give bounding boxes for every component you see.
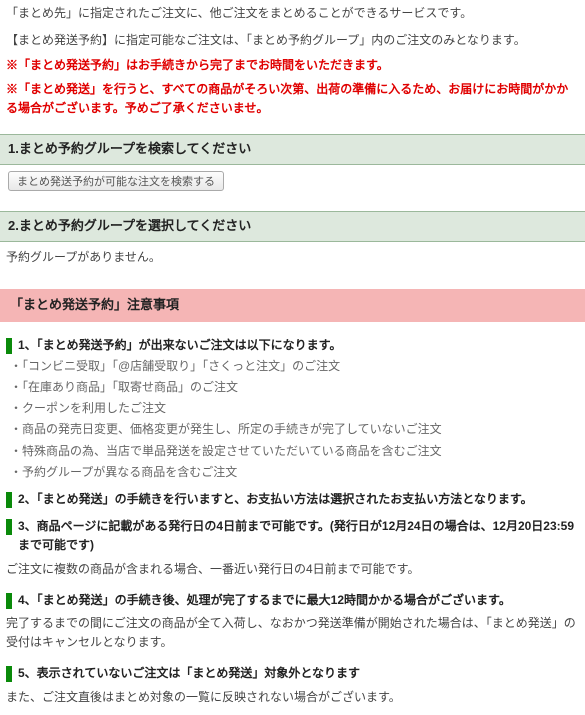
notice-item-1-title: 1、「まとめ発送予約」が出来ないご注文は以下になります。 bbox=[18, 336, 579, 355]
no-group-message: 予約グループがありません。 bbox=[0, 242, 585, 269]
notice-header: 「まとめ発送予約」注意事項 bbox=[0, 289, 585, 322]
section-1-header: 1.まとめ予約グループを検索してください bbox=[0, 134, 585, 165]
marker-icon bbox=[6, 338, 12, 354]
notice-item-2: 2、「まとめ発送」の手続きを行いますと、お支払い方法は選択されたお支払い方法とな… bbox=[6, 490, 579, 509]
notice-item-3-sub: ご注文に複数の商品が含まれる場合、一番近い発行日の4日前まで可能です。 bbox=[6, 558, 579, 583]
bullet: ・商品の発売日変更、価格変更が発生し、所定の手続きが完了していないご注文 bbox=[10, 420, 579, 439]
section-2-header: 2.まとめ予約グループを選択してください bbox=[0, 211, 585, 242]
warning-1: ※「まとめ発送予約」はお手続きから完了までお時間をいただきます。 bbox=[0, 54, 585, 77]
marker-icon bbox=[6, 593, 12, 609]
notice-item-5-sub: また、ご注文直後はまとめ対象の一覧に反映されない場合がございます。 bbox=[6, 686, 579, 711]
notice-item-1-bullets: ・「コンビニ受取」「@店舗受取り」「さくっと注文」のご注文 ・「在庫あり商品」「… bbox=[6, 357, 579, 482]
marker-icon bbox=[6, 492, 12, 508]
notice-item-4: 4、「まとめ発送」の手続き後、処理が完了するまでに最大12時間かかる場合がござい… bbox=[6, 591, 579, 610]
bullet: ・特殊商品の為、当店で単品発送を設定させていただいている商品を含むご注文 bbox=[10, 442, 579, 461]
bullet: ・「コンビニ受取」「@店舗受取り」「さくっと注文」のご注文 bbox=[10, 357, 579, 376]
intro-line-2: 【まとめ発送予約】に指定可能なご注文は、「まとめ予約グループ」内のご注文のみとな… bbox=[0, 27, 585, 54]
bullet: ・予約グループが異なる商品を含むご注文 bbox=[10, 463, 579, 482]
notice-item-4-title: 4、「まとめ発送」の手続き後、処理が完了するまでに最大12時間かかる場合がござい… bbox=[18, 591, 579, 610]
intro-line-1: 「まとめ先」に指定されたご注文に、他ご注文をまとめることができるサービスです。 bbox=[0, 0, 585, 27]
notice-item-5-title: 5、表示されていないご注文は「まとめ発送」対象外となります bbox=[18, 664, 579, 683]
search-orders-button[interactable]: まとめ発送予約が可能な注文を検索する bbox=[8, 171, 224, 191]
notice-item-3-title: 3、商品ページに記載がある発行日の4日前まで可能です。(発行日が12月24日の場… bbox=[18, 517, 579, 555]
bullet: ・「在庫あり商品」「取寄せ商品」のご注文 bbox=[10, 378, 579, 397]
marker-icon bbox=[6, 519, 12, 535]
notice-item-2-title: 2、「まとめ発送」の手続きを行いますと、お支払い方法は選択されたお支払い方法とな… bbox=[18, 490, 579, 509]
notice-item-3: 3、商品ページに記載がある発行日の4日前まで可能です。(発行日が12月24日の場… bbox=[6, 517, 579, 555]
warning-2: ※「まとめ発送」を行うと、すべての商品がそろい次第、出荷の準備に入るため、お届け… bbox=[0, 78, 585, 120]
notice-item-5: 5、表示されていないご注文は「まとめ発送」対象外となります bbox=[6, 664, 579, 683]
marker-icon bbox=[6, 666, 12, 682]
bullet: ・クーポンを利用したご注文 bbox=[10, 399, 579, 418]
notice-item-1: 1、「まとめ発送予約」が出来ないご注文は以下になります。 bbox=[6, 336, 579, 355]
notice-item-4-sub: 完了するまでの間にご注文の商品が全て入荷し、なおかつ発送準備が開始された場合は、… bbox=[6, 612, 579, 656]
